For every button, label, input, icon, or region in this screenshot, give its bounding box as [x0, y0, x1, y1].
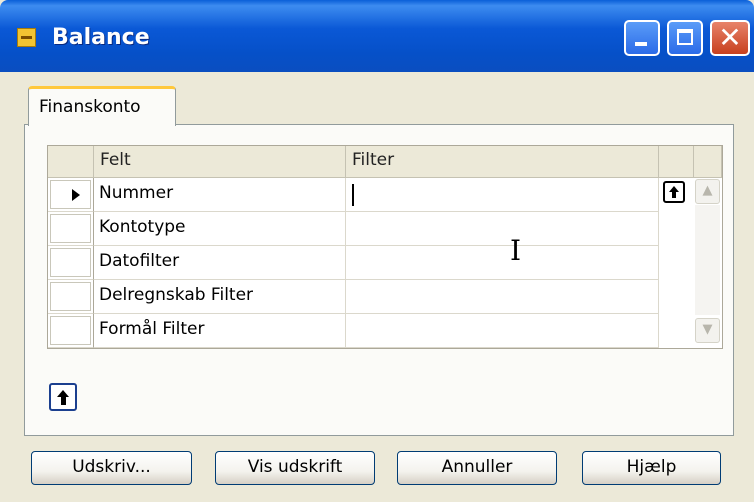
selector-header	[48, 146, 94, 178]
current-row-icon	[72, 189, 80, 201]
lookup-up-button[interactable]	[663, 181, 685, 203]
minimize-icon	[635, 42, 647, 46]
filter-grid: Felt Filter Nummer Kontotype Datofilter …	[47, 145, 723, 349]
felt-cell[interactable]: Datofilter	[94, 246, 346, 280]
column-header-filter[interactable]: Filter	[346, 146, 659, 178]
filter-cell[interactable]	[346, 314, 659, 348]
cancel-button[interactable]: Annuller	[397, 451, 557, 485]
tab-finanskonto[interactable]: Finanskonto	[28, 86, 176, 126]
row-selector[interactable]	[48, 314, 94, 348]
header-spacer	[659, 146, 694, 178]
move-up-button[interactable]	[49, 383, 77, 411]
text-caret	[352, 184, 354, 206]
close-icon: ✕	[718, 21, 742, 54]
print-button[interactable]: Udskriv...	[31, 451, 192, 485]
balance-dialog: Balance ✕ Finanskonto Felt Filter Nummer…	[0, 0, 754, 502]
felt-cell[interactable]: Kontotype	[94, 212, 346, 246]
filter-cell[interactable]	[346, 212, 659, 246]
preview-button[interactable]: Vis udskrift	[215, 451, 375, 485]
row-selector[interactable]	[48, 280, 94, 314]
window-title: Balance	[52, 25, 150, 50]
filter-cell[interactable]	[346, 280, 659, 314]
row-selector[interactable]	[48, 178, 94, 212]
maximize-icon	[677, 29, 693, 45]
felt-cell[interactable]: Delregnskab Filter	[94, 280, 346, 314]
mouse-ibeam-cursor-icon: I	[510, 234, 522, 267]
tab-label: Finanskonto	[39, 97, 141, 117]
header-spacer	[694, 146, 722, 178]
maximize-button[interactable]	[667, 20, 703, 56]
filter-cell[interactable]	[346, 246, 659, 280]
minimize-button[interactable]	[624, 20, 660, 56]
column-header-felt[interactable]: Felt	[94, 146, 346, 178]
app-icon[interactable]	[17, 28, 36, 47]
close-button[interactable]: ✕	[710, 20, 750, 56]
row-selector[interactable]	[48, 212, 94, 246]
scroll-down-button[interactable]: ▼	[695, 318, 720, 343]
scrollbar-track[interactable]	[695, 205, 720, 315]
help-button[interactable]: Hjælp	[582, 451, 721, 485]
felt-cell[interactable]: Nummer	[94, 178, 346, 212]
felt-cell[interactable]: Formål Filter	[94, 314, 346, 348]
row-selector[interactable]	[48, 246, 94, 280]
title-bar[interactable]: Balance ✕	[0, 0, 754, 72]
filter-cell[interactable]	[346, 178, 659, 212]
scroll-up-button[interactable]: ▲	[695, 179, 720, 204]
